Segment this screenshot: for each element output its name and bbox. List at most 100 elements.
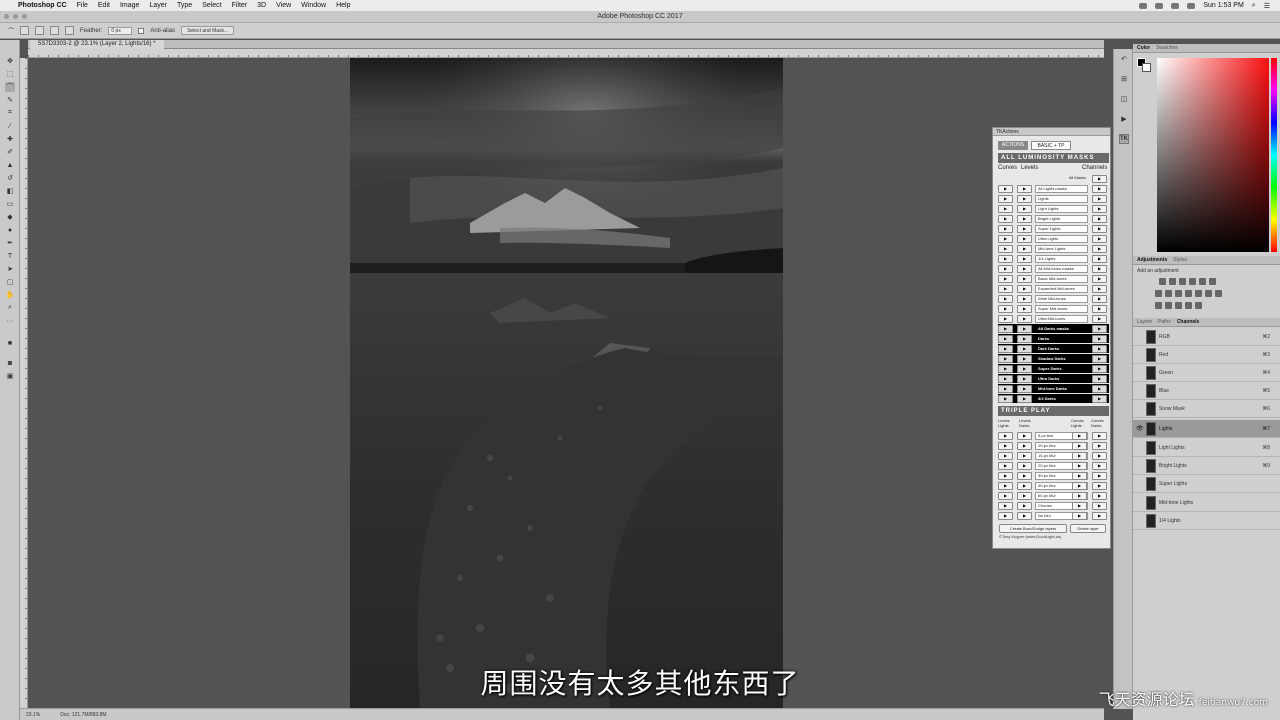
dodge-tool-icon[interactable]: ●: [5, 225, 15, 235]
color-picker-field[interactable]: [1157, 58, 1269, 252]
play-button[interactable]: ▶: [1017, 195, 1032, 203]
new-selection-icon[interactable]: [20, 26, 30, 35]
play-button[interactable]: ▶: [1072, 462, 1087, 470]
play-button[interactable]: ▶: [1017, 452, 1032, 460]
battery-icon[interactable]: [1187, 2, 1196, 9]
play-button[interactable]: ▶: [998, 502, 1013, 510]
blur-tool-icon[interactable]: ◆: [5, 212, 15, 222]
play-button[interactable]: ▶: [1092, 285, 1107, 293]
gradient-map-icon[interactable]: [1195, 302, 1202, 309]
play-button[interactable]: ▶: [1092, 375, 1107, 383]
app-menu[interactable]: Photoshop CC: [18, 2, 67, 9]
screen-mode-icon[interactable]: ▣: [5, 371, 15, 381]
play-button[interactable]: ▶: [1092, 482, 1107, 490]
curves-icon[interactable]: [1179, 278, 1186, 285]
play-button[interactable]: ▶: [1017, 295, 1032, 303]
play-button[interactable]: ▶: [1092, 462, 1107, 470]
channel-row[interactable]: Snow Mask ⌘6: [1133, 400, 1280, 418]
horizontal-ruler[interactable]: [28, 49, 1104, 58]
menu-3d[interactable]: 3D: [257, 2, 266, 9]
play-button[interactable]: ▶: [1017, 185, 1032, 193]
selective-color-icon[interactable]: [1185, 302, 1192, 309]
play-button[interactable]: ▶: [1092, 432, 1107, 440]
play-button[interactable]: ▶: [1072, 472, 1087, 480]
play-button[interactable]: ▶: [1092, 345, 1107, 353]
exposure-icon[interactable]: [1189, 278, 1196, 285]
play-button[interactable]: ▶: [1092, 295, 1107, 303]
status-icon[interactable]: [1139, 2, 1148, 9]
play-button[interactable]: ▶: [1092, 255, 1107, 263]
play-button[interactable]: ▶: [998, 432, 1013, 440]
search-icon[interactable]: ⌕: [1252, 2, 1256, 10]
stamp-tool-icon[interactable]: ▲: [5, 160, 15, 170]
play-button[interactable]: ▶: [1017, 472, 1032, 480]
wifi-icon[interactable]: [1171, 2, 1180, 9]
play-button[interactable]: ▶: [998, 225, 1013, 233]
tab-adjustments[interactable]: Adjustments: [1137, 257, 1167, 263]
play-button[interactable]: ▶: [1092, 442, 1107, 450]
play-button[interactable]: ▶: [1072, 452, 1087, 460]
play-button[interactable]: ▶: [998, 335, 1013, 343]
play-button[interactable]: ▶: [1072, 512, 1087, 520]
menu-type[interactable]: Type: [177, 2, 192, 9]
history-icon[interactable]: ↶: [1119, 54, 1129, 64]
healing-tool-icon[interactable]: ✚: [5, 134, 15, 144]
tab-basic-tp[interactable]: BASIC + TP: [1031, 141, 1071, 150]
play-button[interactable]: ▶: [1017, 375, 1032, 383]
play-button[interactable]: ▶: [998, 185, 1013, 193]
menu-file[interactable]: File: [77, 2, 88, 9]
play-button[interactable]: ▶: [1017, 205, 1032, 213]
hue-slider[interactable]: [1271, 58, 1277, 252]
play-button[interactable]: ▶: [998, 472, 1013, 480]
play-button[interactable]: ▶: [1092, 235, 1107, 243]
tab-paths[interactable]: Paths: [1158, 319, 1171, 325]
play-button[interactable]: ▶: [998, 255, 1013, 263]
clock[interactable]: Sun 1:53 PM: [1203, 2, 1243, 9]
play-button[interactable]: ▶: [1092, 305, 1107, 313]
play-button[interactable]: ▶: [1017, 385, 1032, 393]
gradient-triangle-icon[interactable]: [1209, 278, 1216, 285]
channel-row[interactable]: Red ⌘3: [1133, 346, 1280, 364]
play-button[interactable]: ▶: [1017, 305, 1032, 313]
play-button[interactable]: ▶: [998, 355, 1013, 363]
play-button[interactable]: ▶: [1072, 482, 1087, 490]
document-tab[interactable]: 5S7D3303-2 @ 23.1% (Layer 2, Lights/16) …: [30, 40, 164, 49]
invert-icon[interactable]: [1155, 302, 1162, 309]
brightness-icon[interactable]: [1159, 278, 1166, 285]
crop-tool-icon[interactable]: ⌗: [5, 108, 15, 118]
play-button[interactable]: ▶: [1017, 365, 1032, 373]
channel-row[interactable]: Bright Lights ⌘9: [1133, 457, 1280, 475]
play-button[interactable]: ▶: [1017, 225, 1032, 233]
play-button[interactable]: ▶: [1017, 265, 1032, 273]
antialias-checkbox[interactable]: [138, 27, 145, 34]
play-button[interactable]: ▶: [1072, 432, 1087, 440]
tab-layers[interactable]: Layers: [1137, 319, 1152, 325]
play-button[interactable]: ▶: [998, 512, 1013, 520]
type-tool-icon[interactable]: T: [5, 251, 15, 261]
tk-panel-title[interactable]: TKActions: [993, 128, 1110, 136]
play-button[interactable]: ▶: [1092, 452, 1107, 460]
channel-row[interactable]: Blue ⌘5: [1133, 382, 1280, 400]
play-button[interactable]: ▶: [1092, 275, 1107, 283]
quick-select-tool-icon[interactable]: ✎: [5, 95, 15, 105]
channel-mixer-icon[interactable]: [1195, 290, 1202, 297]
pen-tool-icon[interactable]: ✒: [5, 238, 15, 248]
play-button[interactable]: ▶: [1017, 512, 1032, 520]
play-button[interactable]: ▶: [1092, 355, 1107, 363]
play-button[interactable]: ▶: [998, 215, 1013, 223]
landscape-photo[interactable]: [350, 58, 783, 708]
play-button[interactable]: ▶: [1092, 492, 1107, 500]
menu-layer[interactable]: Layer: [149, 2, 167, 9]
play-button[interactable]: ▶: [1017, 345, 1032, 353]
tab-color[interactable]: Color: [1137, 45, 1150, 51]
actions-play-icon[interactable]: ▶: [1119, 114, 1129, 124]
menu-help[interactable]: Help: [336, 2, 350, 9]
play-button[interactable]: ▶: [998, 235, 1013, 243]
channel-row[interactable]: Mid-tone Lights: [1133, 494, 1280, 512]
play-button[interactable]: ▶: [998, 442, 1013, 450]
gradient-tool-icon[interactable]: ▭: [5, 199, 15, 209]
play-button[interactable]: ▶: [1092, 395, 1107, 403]
levels-icon[interactable]: [1169, 278, 1176, 285]
vertical-ruler[interactable]: [20, 58, 28, 708]
channel-row-selected[interactable]: 👁 Lights ⌘7: [1133, 420, 1280, 438]
